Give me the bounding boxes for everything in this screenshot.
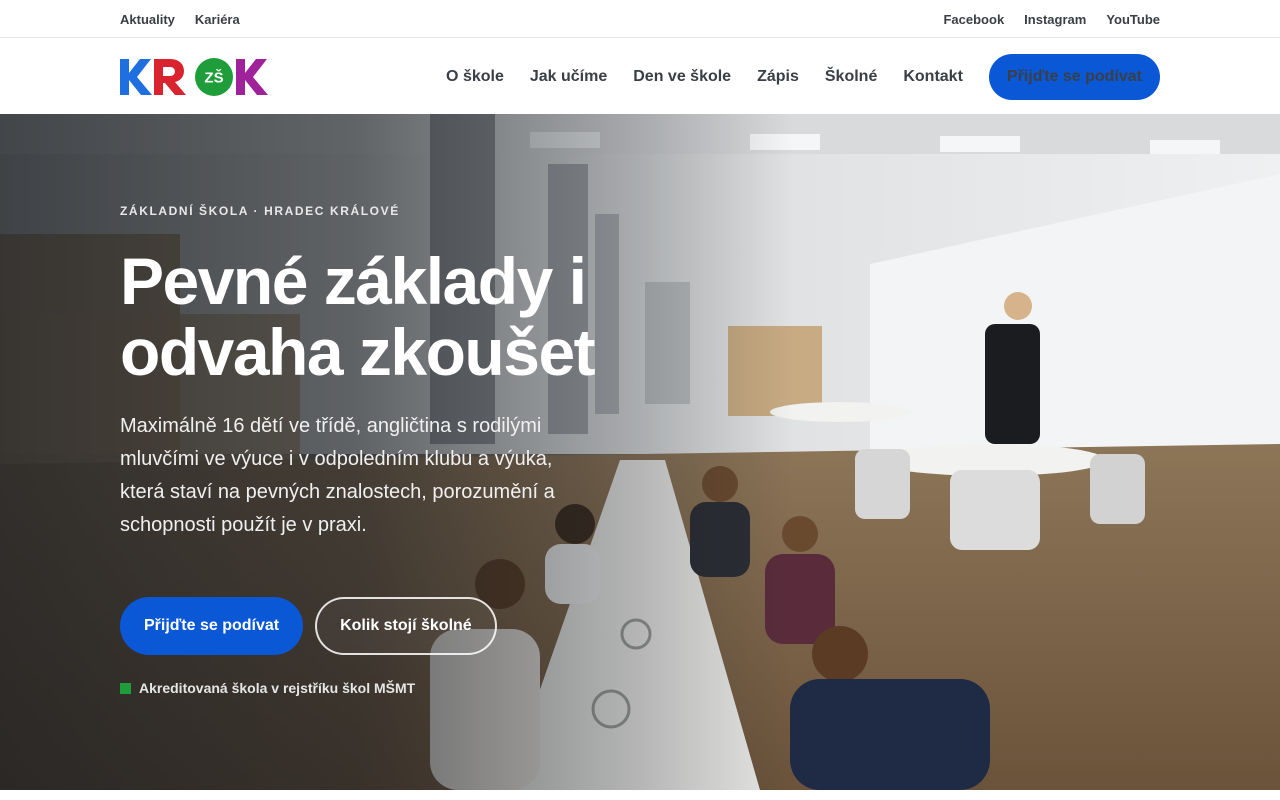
nav-o-skole[interactable]: O škole bbox=[446, 68, 504, 86]
main-nav: O škole Jak učíme Den ve škole Zápis Ško… bbox=[446, 53, 1160, 100]
link-kariera[interactable]: Kariéra bbox=[195, 12, 240, 27]
accreditation-text: Akreditovaná škola v rejstříku škol MŠMT bbox=[139, 680, 416, 696]
nav-skolne[interactable]: Školné bbox=[825, 68, 877, 86]
hero-lead-text: Maximálně 16 dětí ve třídě, angličtina s… bbox=[120, 415, 555, 536]
hero-section: ZÁKLADNÍ ŠKOLA · HRADEC KRÁLOVÉ Pevné zá… bbox=[0, 114, 1280, 790]
social-links: Facebook Instagram YouTube bbox=[943, 12, 1160, 27]
tuition-button[interactable]: Kolik stojí školné bbox=[315, 597, 497, 655]
link-youtube[interactable]: YouTube bbox=[1106, 12, 1160, 27]
nav-jak-ucime[interactable]: Jak učíme bbox=[530, 68, 607, 86]
accreditation-note: Akreditovaná škola v rejstříku škol MŠMT bbox=[120, 680, 415, 696]
link-aktuality[interactable]: Aktuality bbox=[120, 12, 175, 27]
krok-logo: ZŠ bbox=[120, 57, 268, 96]
utility-links-left: Aktuality Kariéra bbox=[120, 12, 240, 27]
hero-content: ZÁKLADNÍ ŠKOLA · HRADEC KRÁLOVÉ Pevné zá… bbox=[120, 114, 640, 790]
nav-den-ve-skole[interactable]: Den ve škole bbox=[633, 68, 731, 86]
link-instagram[interactable]: Instagram bbox=[1024, 12, 1086, 27]
main-header: ZŠ O škole Jak učíme Den ve škole Zápis … bbox=[0, 39, 1280, 114]
logo-zs-text: ZŠ bbox=[204, 68, 223, 86]
nav-kontakt[interactable]: Kontakt bbox=[903, 68, 963, 86]
school-logo[interactable]: ZŠ bbox=[120, 57, 275, 97]
link-facebook[interactable]: Facebook bbox=[943, 12, 1004, 27]
hero-headline: Pevné základy i odvaha zkoušet bbox=[120, 244, 596, 389]
nav-zapis[interactable]: Zápis bbox=[757, 68, 799, 86]
utility-bar: Aktuality Kariéra Facebook Instagram You… bbox=[0, 0, 1280, 38]
visit-button[interactable]: Přijďte se podívat bbox=[120, 597, 304, 655]
hero-eyebrow: ZÁKLADNÍ ŠKOLA · HRADEC KRÁLOVÉ bbox=[120, 204, 400, 218]
hero-buttons: Přijďte se podívat Kolik stojí školné bbox=[120, 597, 497, 655]
accreditation-bullet-icon bbox=[120, 682, 131, 694]
header-cta-button[interactable]: Přijďte se podívat bbox=[988, 53, 1160, 100]
